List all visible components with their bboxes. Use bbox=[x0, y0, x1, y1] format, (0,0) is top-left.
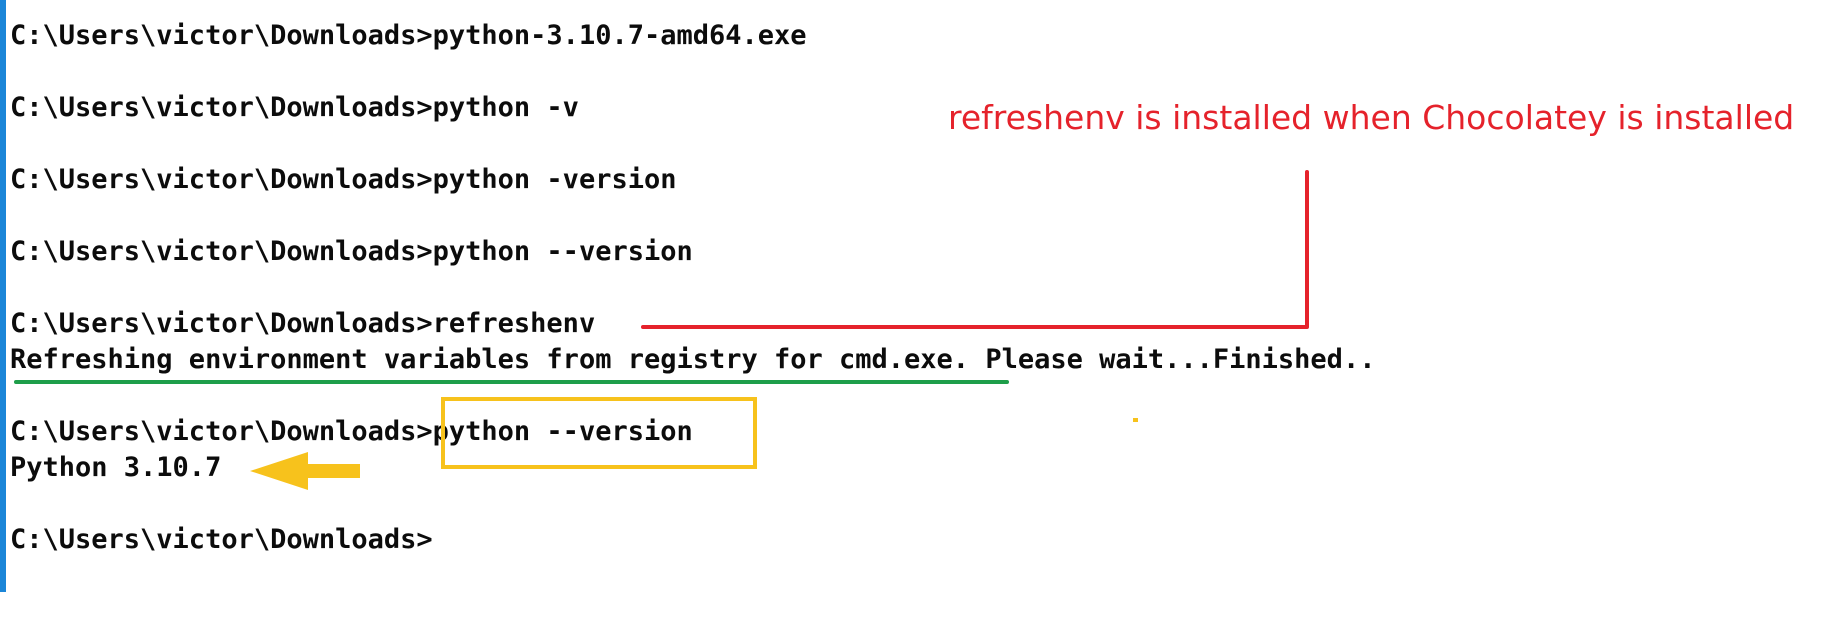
yellow-mark bbox=[1133, 418, 1138, 422]
annotation-overlay bbox=[14, 170, 1309, 490]
command-highlight-box bbox=[441, 397, 757, 469]
annotation-connector-line bbox=[641, 170, 1309, 329]
version-arrow-icon bbox=[250, 452, 360, 490]
